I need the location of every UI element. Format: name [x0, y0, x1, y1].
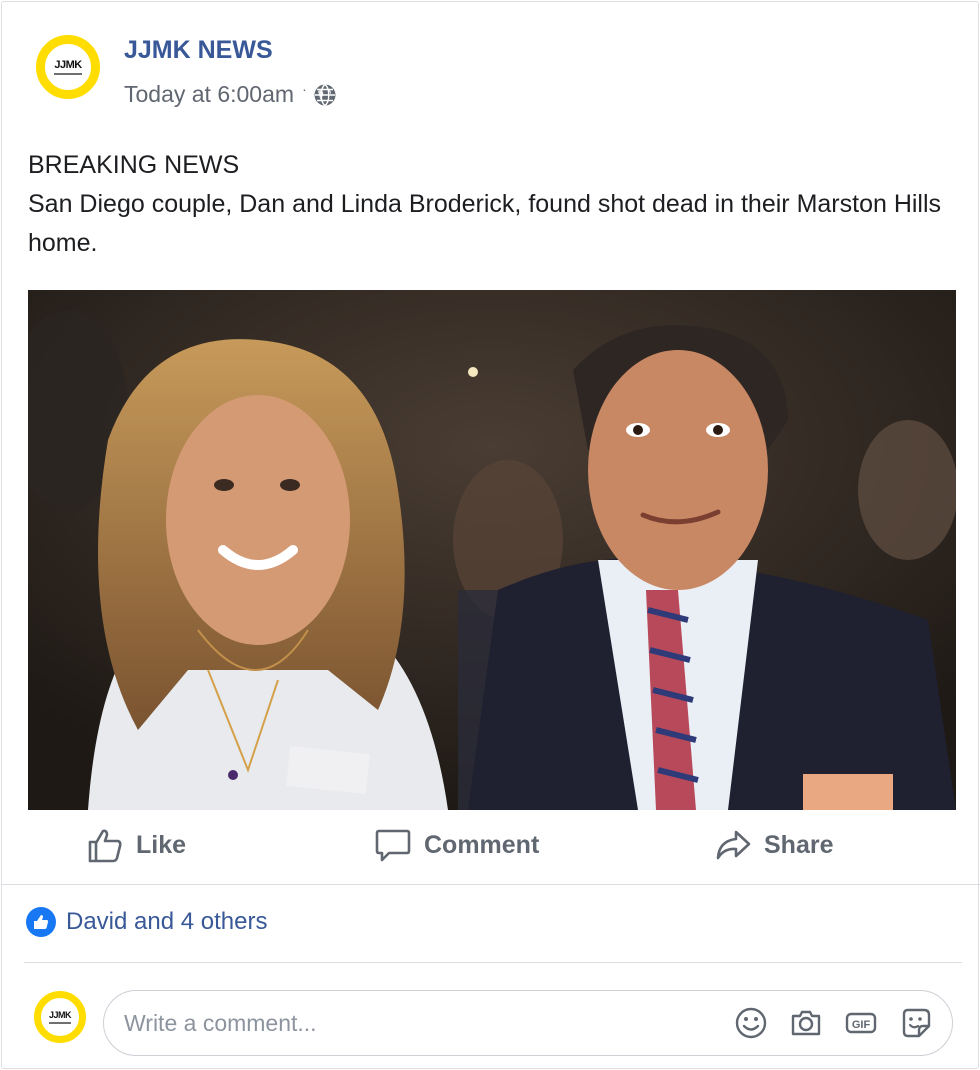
separator-dot: ·: [302, 80, 307, 97]
action-bar: Like Comment Share: [2, 820, 980, 870]
divider: [2, 884, 980, 885]
gif-icon: GIF: [845, 1012, 877, 1034]
comment-icon: [375, 829, 411, 862]
post-text: BREAKING NEWS San Diego couple, Dan and …: [28, 146, 948, 263]
like-button[interactable]: Like: [86, 820, 186, 870]
comment-input[interactable]: [124, 1005, 684, 1041]
logo-underline: [48, 1021, 72, 1024]
emoji-button[interactable]: [733, 1005, 769, 1041]
timestamp[interactable]: Today at 6:00am: [124, 81, 294, 108]
page-avatar[interactable]: JJMK: [36, 35, 100, 99]
post-body: San Diego couple, Dan and Linda Broderic…: [28, 190, 942, 257]
divider: [24, 962, 962, 963]
post-headline: BREAKING NEWS: [28, 151, 240, 179]
page-name[interactable]: JJMK NEWS: [124, 36, 273, 65]
share-label: Share: [764, 830, 834, 859]
share-button[interactable]: Share: [714, 820, 833, 870]
photo-button[interactable]: [788, 1005, 824, 1041]
globe-icon[interactable]: [313, 83, 337, 107]
post-meta: Today at 6:00am ·: [124, 81, 337, 108]
comment-tools: GIF: [714, 1005, 934, 1041]
svg-text:GIF: GIF: [852, 1019, 871, 1031]
comment-box: GIF: [103, 990, 953, 1056]
camera-icon: [791, 1010, 821, 1036]
logo-text: JJMK: [48, 1009, 72, 1020]
reactions-summary[interactable]: David and 4 others: [26, 907, 267, 937]
logo-underline: [54, 72, 82, 75]
gif-button[interactable]: GIF: [843, 1005, 879, 1041]
sticker-icon: [902, 1008, 931, 1038]
comment-button[interactable]: Comment: [374, 820, 539, 870]
commenter-avatar: JJMK: [34, 991, 86, 1043]
share-icon: [716, 830, 751, 860]
like-icon: [88, 829, 122, 863]
like-label: Like: [136, 830, 187, 859]
logo-text: JJMK: [54, 58, 82, 71]
like-badge-icon: [26, 907, 56, 937]
sticker-button[interactable]: [898, 1005, 934, 1041]
post-photo[interactable]: [28, 290, 956, 810]
post-card: JJMK JJMK NEWS Today at 6:00am · BREAKIN…: [1, 1, 980, 1069]
emoji-icon: [735, 1007, 767, 1039]
couple-photo-illustration: [28, 290, 956, 810]
reactions-text: David and 4 others: [66, 908, 268, 935]
comment-label: Comment: [424, 830, 540, 859]
